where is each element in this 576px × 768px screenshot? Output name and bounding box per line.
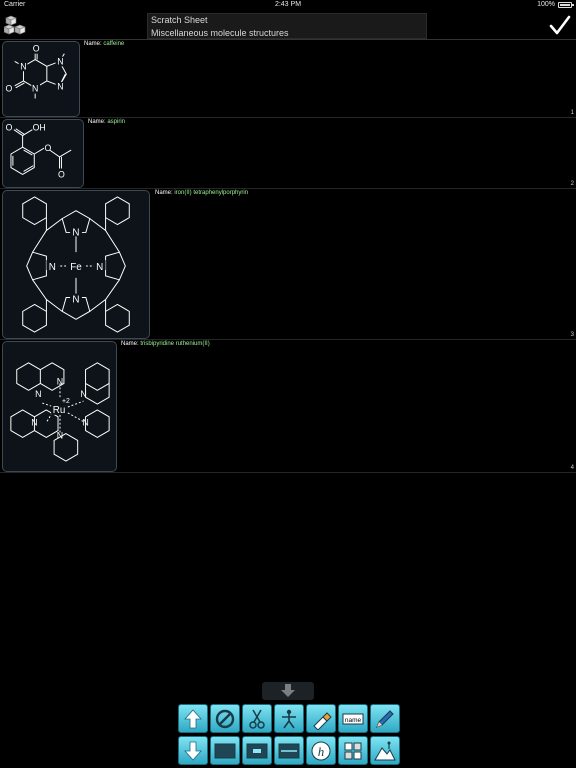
atom-label: O xyxy=(58,169,65,179)
molecule-thumbnail[interactable]: O OH O O xyxy=(2,119,84,188)
atom-label: N xyxy=(32,84,38,94)
library-button[interactable] xyxy=(3,15,26,35)
add-panel-button[interactable] xyxy=(242,736,272,765)
toolbar-drag-handle[interactable] xyxy=(262,682,314,700)
molecule-name: Name: aspirin xyxy=(88,119,126,125)
ru-bipyridine-structure: N N N +2 Ru N N N xyxy=(10,362,110,462)
atom-label: OH xyxy=(33,123,46,133)
list-item[interactable]: O OH O O Name: aspirin 2 xyxy=(0,118,576,189)
atom-label: N xyxy=(57,430,63,440)
row-index: 4 xyxy=(570,465,574,471)
checkmark-icon xyxy=(549,15,571,35)
no-entry-icon xyxy=(215,709,235,728)
atom-label: N xyxy=(57,82,63,92)
header: Scratch Sheet Miscellaneous molecule str… xyxy=(0,11,576,40)
scene-button[interactable] xyxy=(370,736,400,765)
molecule-thumbnail[interactable]: N N N N Fe xyxy=(2,190,150,339)
figure-icon xyxy=(282,709,296,728)
atom-label: N xyxy=(57,56,63,66)
row-index: 2 xyxy=(570,181,574,187)
sheet-subtitle[interactable]: Miscellaneous molecule structures xyxy=(151,28,289,38)
atom-label: N xyxy=(72,294,79,305)
atom-label: N xyxy=(80,389,86,399)
split-panel-button[interactable] xyxy=(274,736,304,765)
help-button[interactable]: h xyxy=(306,736,336,765)
battery-percent: 100% xyxy=(537,1,555,8)
row-index: 1 xyxy=(570,110,574,116)
atom-label: N xyxy=(82,418,88,428)
atom-label: N xyxy=(20,61,26,71)
atom-label: O xyxy=(33,44,40,54)
arrow-down-icon xyxy=(184,741,202,761)
atom-label: N xyxy=(96,262,103,273)
atom-label: Ru xyxy=(53,405,66,416)
atom-label: N xyxy=(49,262,56,273)
list-item[interactable]: O N N O N N Name: caffeine 1 xyxy=(0,40,576,118)
row-index: 3 xyxy=(570,332,574,338)
scene-icon xyxy=(374,741,396,760)
done-button[interactable] xyxy=(549,15,571,37)
arrow-down-icon xyxy=(281,684,295,697)
atom-label: N xyxy=(31,418,37,428)
panel-split-icon xyxy=(278,743,300,758)
molecule-name: Name: trisbipyridine ruthenium(II) xyxy=(121,341,210,347)
name-tag-text: name xyxy=(345,717,362,724)
paste-button[interactable] xyxy=(306,704,336,733)
molecule-thumbnail[interactable]: O N N O N N xyxy=(2,41,80,117)
aspirin-structure: O OH O O xyxy=(6,123,72,179)
sheet-title-box[interactable]: Scratch Sheet Miscellaneous molecule str… xyxy=(147,13,427,39)
pencil-icon xyxy=(376,709,394,728)
atom-label: N xyxy=(57,376,63,386)
molecule-thumbnail[interactable]: N N N +2 Ru N N N xyxy=(2,341,117,472)
library-tool-button[interactable] xyxy=(338,736,368,765)
molecule-name: Name: caffeine xyxy=(84,41,125,47)
caffeine-structure: O N N O N N xyxy=(4,44,67,99)
help-letter: h xyxy=(318,744,325,759)
glue-icon xyxy=(313,711,332,730)
rename-button[interactable]: name xyxy=(338,704,368,733)
atom-label: O xyxy=(5,84,12,94)
cubes-icon xyxy=(3,15,26,35)
list-item[interactable]: N N N +2 Ru N N N Name: trisbipyridine r… xyxy=(0,340,576,473)
scissors-icon xyxy=(249,709,265,729)
molecules-icon xyxy=(344,742,362,759)
sheet-title[interactable]: Scratch Sheet xyxy=(151,15,208,25)
view-panel-button[interactable] xyxy=(210,736,240,765)
status-bar: Carrier 2:43 PM 100% xyxy=(0,0,576,11)
atom-label: Fe xyxy=(70,262,82,273)
template-button[interactable] xyxy=(274,704,304,733)
delete-button[interactable] xyxy=(210,704,240,733)
name-tag-icon: name xyxy=(342,713,364,724)
cut-button[interactable] xyxy=(242,704,272,733)
molecule-name: Name: iron(II) tetraphenylporphyrin xyxy=(155,190,249,196)
move-down-button[interactable] xyxy=(178,736,208,765)
list-item[interactable]: N N N N Fe Name: iron(II) tetraphenylpor… xyxy=(0,189,576,340)
battery-indicator: 100% xyxy=(537,1,574,8)
clock: 2:43 PM xyxy=(274,1,302,8)
atom-label: O xyxy=(44,143,51,153)
help-icon: h xyxy=(311,741,331,760)
panel-icon xyxy=(214,743,236,758)
atom-label: O xyxy=(6,123,13,133)
move-up-button[interactable] xyxy=(178,704,208,733)
battery-icon xyxy=(558,1,574,8)
porphyrin-structure: N N N N Fe xyxy=(22,196,130,333)
tool-palette: name h xyxy=(178,703,400,767)
atom-label: N xyxy=(72,227,79,238)
arrow-up-icon xyxy=(184,708,202,728)
panel-plus-icon xyxy=(246,743,268,758)
atom-label: N xyxy=(35,389,41,399)
draw-button[interactable] xyxy=(370,704,400,733)
